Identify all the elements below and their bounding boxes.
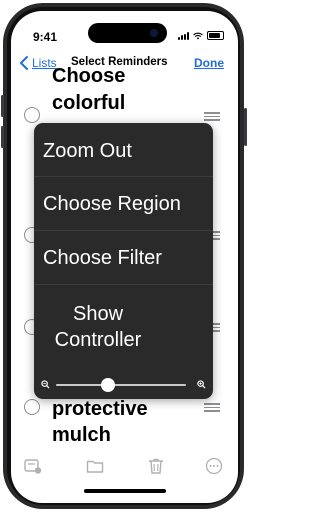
dynamic-island — [88, 23, 167, 43]
volume-button — [1, 95, 4, 117]
bottom-toolbar — [11, 451, 238, 487]
menu-item-show-controller[interactable]: Show Controller — [43, 301, 153, 353]
battery-icon — [207, 31, 224, 40]
zoom-out-icon[interactable] — [41, 380, 50, 389]
zoom-slider-thumb[interactable] — [101, 378, 115, 392]
menu-divider — [34, 230, 213, 231]
reorder-handle-icon[interactable] — [204, 112, 220, 121]
done-button[interactable]: Done — [194, 56, 224, 70]
trash-icon[interactable] — [147, 457, 165, 475]
reminder-title-line: colorful — [52, 92, 126, 114]
more-icon[interactable] — [205, 457, 223, 475]
folder-icon[interactable] — [86, 457, 104, 475]
status-time: 9:41 — [33, 30, 58, 44]
menu-divider — [34, 176, 213, 177]
camera-icon — [150, 29, 158, 37]
context-menu: Zoom Out Choose Region Choose Filter Sho… — [34, 123, 213, 399]
menu-divider — [34, 284, 213, 285]
menu-item-choose-region[interactable]: Choose Region — [34, 192, 213, 217]
chevron-left-icon[interactable] — [18, 55, 32, 71]
new-list-icon[interactable] — [24, 457, 42, 475]
reminder-title-line: mulch — [52, 424, 111, 446]
menu-item-zoom-out[interactable]: Zoom Out — [34, 139, 213, 164]
reminder-title-line: protective — [52, 398, 148, 420]
zoom-in-icon[interactable] — [197, 380, 206, 389]
reminder-checkbox[interactable] — [24, 399, 40, 415]
reorder-handle-icon[interactable] — [204, 403, 220, 412]
volume-button — [1, 126, 4, 148]
status-icons — [178, 31, 224, 40]
cellular-signal-icon — [178, 31, 189, 40]
screen: 9:41 Lists Select Reminders Done Choose … — [11, 11, 238, 503]
home-indicator — [84, 489, 166, 493]
zoom-slider-row — [34, 371, 213, 399]
menu-item-choose-filter[interactable]: Choose Filter — [34, 246, 213, 271]
wifi-icon — [193, 32, 203, 39]
zoom-slider-track[interactable] — [56, 384, 186, 386]
side-button — [244, 108, 247, 146]
reminder-title-line: Choose — [52, 65, 126, 87]
reminder-checkbox[interactable] — [24, 107, 40, 123]
